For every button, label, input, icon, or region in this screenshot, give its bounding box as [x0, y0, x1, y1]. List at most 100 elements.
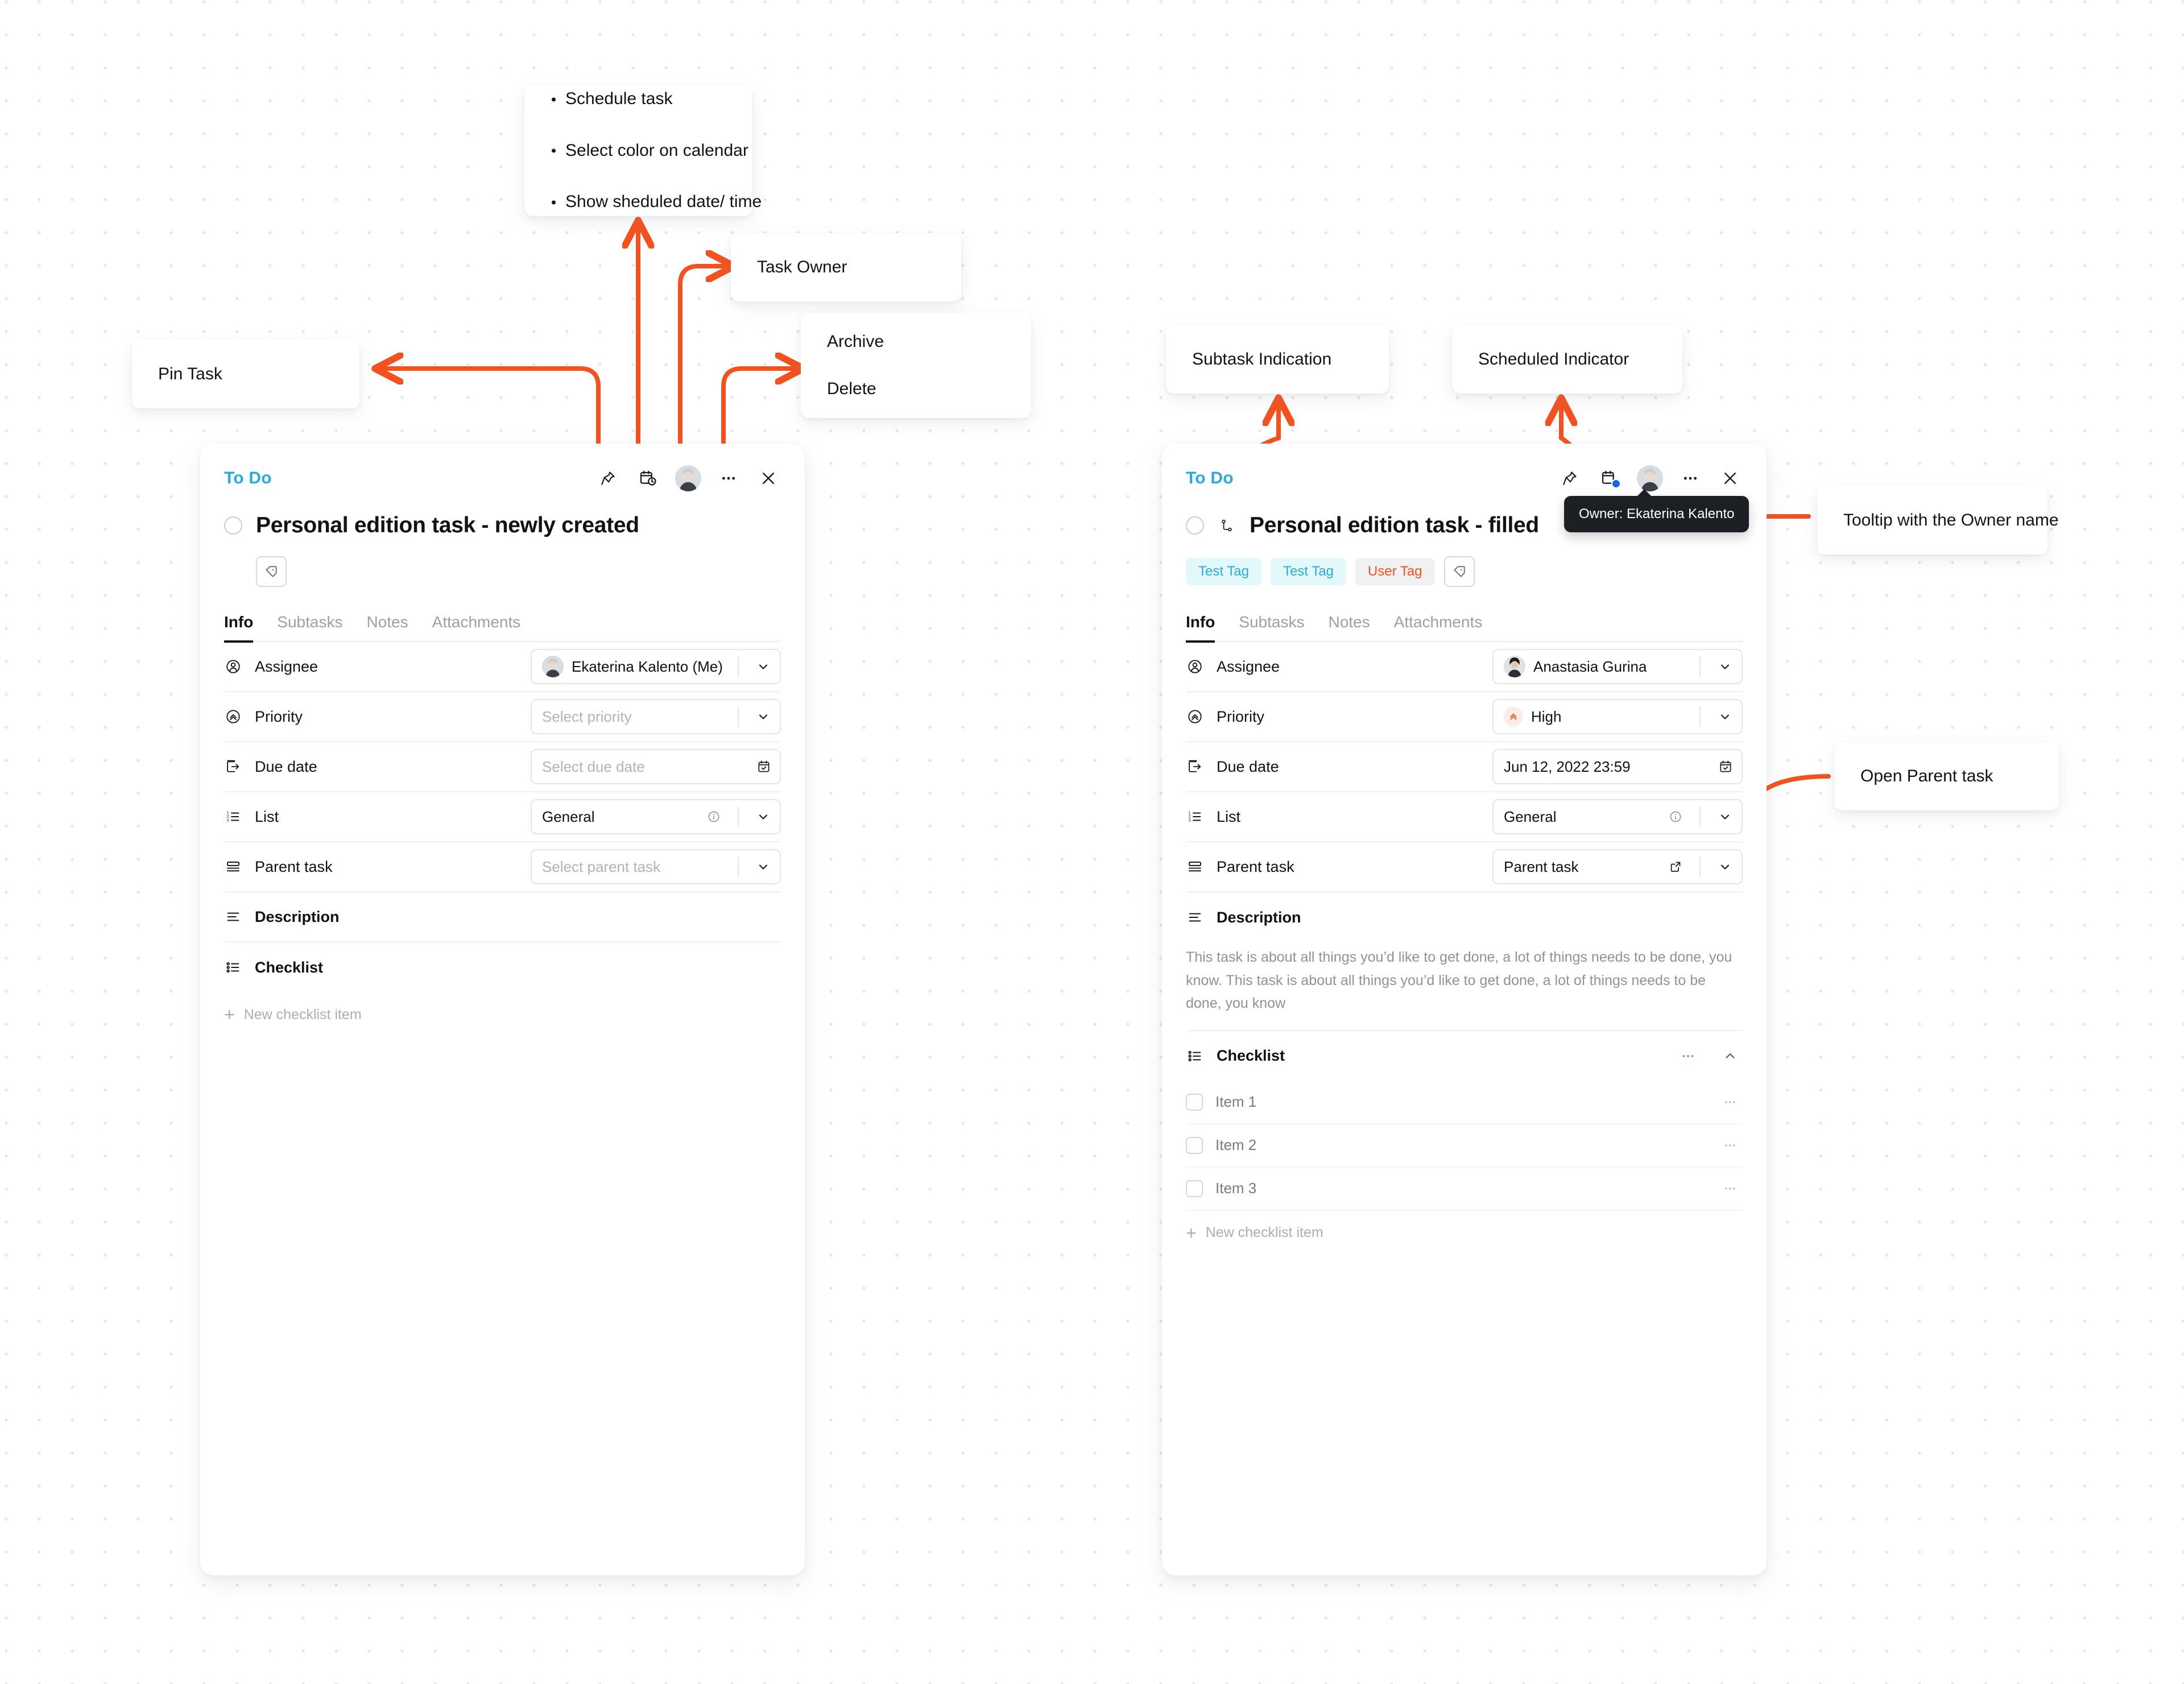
field-label: Due date: [1217, 758, 1279, 775]
assignee-value: Anastasia Gurina: [1533, 657, 1647, 675]
field-list: 1 2 3 List General: [1186, 792, 1743, 842]
info-icon[interactable]: [1660, 810, 1691, 824]
task-complete-checkbox[interactable]: [224, 516, 242, 535]
field-label: Due date: [255, 758, 317, 775]
calendar-picker-icon[interactable]: [748, 759, 780, 774]
checklist-item-more-icon[interactable]: [1718, 1090, 1743, 1115]
checklist-item-checkbox[interactable]: [1186, 1136, 1203, 1154]
parent-task-select[interactable]: Parent task: [1492, 849, 1743, 884]
chevron-down-icon[interactable]: [747, 860, 780, 874]
tab-info[interactable]: Info: [1186, 613, 1215, 643]
divider: [738, 706, 739, 727]
description-text[interactable]: This task is about all things you’d like…: [1186, 942, 1743, 1031]
annotation-line: Schedule task: [551, 73, 726, 125]
section-title: Checklist: [1217, 1047, 1285, 1064]
plus-icon: +: [224, 1004, 235, 1025]
due-date-input[interactable]: Jun 12, 2022 23:59: [1492, 749, 1743, 784]
info-icon[interactable]: [698, 810, 730, 824]
tab-notes[interactable]: Notes: [1328, 613, 1370, 643]
add-tag-icon[interactable]: [256, 556, 287, 587]
chevron-up-icon[interactable]: [1718, 1044, 1743, 1069]
field-label: Assignee: [255, 657, 318, 675]
close-icon[interactable]: [756, 466, 781, 491]
page-title: Personal edition task - filled: [1250, 513, 1539, 537]
priority-select[interactable]: High: [1492, 699, 1743, 734]
calendar-clock-icon[interactable]: [635, 466, 660, 491]
checklist-item-label: Item 3: [1215, 1180, 1257, 1197]
checklist-item-checkbox[interactable]: [1186, 1093, 1203, 1111]
tab-info[interactable]: Info: [224, 613, 254, 643]
status-label: To Do: [224, 469, 272, 487]
open-parent-task-icon[interactable]: [1660, 860, 1691, 874]
tags-row: Test Tag Test Tag User Tag: [1186, 556, 1743, 587]
new-checklist-label: New checklist item: [1205, 1224, 1323, 1240]
list-select[interactable]: General: [1492, 799, 1743, 834]
chevron-down-icon[interactable]: [747, 710, 780, 723]
checklist-item-label: Item 2: [1215, 1136, 1257, 1153]
list-select[interactable]: General: [531, 799, 781, 834]
page-title: Personal edition task - newly created: [256, 513, 639, 537]
owner-avatar[interactable]: [675, 465, 701, 491]
tag-chip[interactable]: Test Tag: [1186, 558, 1261, 585]
field-label: Parent task: [1217, 858, 1294, 875]
new-checklist-item-button[interactable]: + New checklist item: [224, 992, 781, 1037]
more-icon[interactable]: [1678, 466, 1703, 491]
new-checklist-item-button[interactable]: + New checklist item: [1186, 1211, 1743, 1255]
annotation-tooltip-owner: Tooltip with the Owner name: [1817, 486, 2059, 555]
annotation-scheduled-indicator: Scheduled Indicator: [1452, 325, 1682, 394]
pin-icon[interactable]: [1557, 466, 1582, 491]
priority-select[interactable]: Select priority: [531, 699, 781, 734]
annotation-task-owner: Task Owner: [731, 233, 961, 301]
parent-task-select[interactable]: Select parent task: [531, 849, 781, 884]
checklist-item: Item 1: [1186, 1081, 1743, 1124]
scheduled-indicator-dot: [1611, 479, 1621, 489]
annotation-line: Archive: [827, 332, 884, 351]
checklist-item-checkbox[interactable]: [1186, 1180, 1203, 1197]
tab-subtasks[interactable]: Subtasks: [277, 613, 342, 643]
chevron-down-icon[interactable]: [1709, 710, 1742, 723]
tags-row: [256, 556, 781, 587]
list-value: General: [542, 808, 595, 825]
description-icon: [1186, 908, 1204, 926]
divider: [738, 857, 739, 877]
checklist-item-more-icon[interactable]: [1718, 1176, 1743, 1201]
due-date-input[interactable]: Select due date: [531, 749, 781, 784]
add-tag-icon[interactable]: [1443, 556, 1475, 587]
annotation-line: Open Parent task: [1860, 766, 1993, 785]
chevron-down-icon[interactable]: [1709, 660, 1742, 673]
priority-icon: [1186, 707, 1204, 726]
more-icon[interactable]: [716, 466, 741, 491]
assignee-select[interactable]: Ekaterina Kalento (Me): [531, 649, 781, 684]
tab-notes[interactable]: Notes: [366, 613, 408, 643]
priority-placeholder: Select priority: [542, 707, 632, 725]
annotation-line: Scheduled Indicator: [1478, 349, 1629, 369]
checklist-item: Item 2: [1186, 1124, 1743, 1168]
checklist-icon: [1186, 1047, 1204, 1065]
chevron-down-icon[interactable]: [1709, 810, 1742, 824]
chevron-down-icon[interactable]: [747, 660, 780, 673]
chevron-down-icon[interactable]: [1709, 860, 1742, 874]
close-icon[interactable]: [1718, 466, 1743, 491]
checklist-more-icon[interactable]: [1676, 1044, 1701, 1069]
calendar-picker-icon[interactable]: [1710, 759, 1742, 774]
checklist-item-more-icon[interactable]: [1718, 1133, 1743, 1158]
tab-subtasks[interactable]: Subtasks: [1239, 613, 1304, 643]
owner-avatar[interactable]: [1637, 465, 1663, 491]
user-icon: [224, 657, 242, 676]
calendar-clock-icon[interactable]: [1597, 466, 1622, 491]
field-priority: Priority Select priority: [224, 692, 781, 742]
assignee-avatar: [1504, 656, 1525, 677]
field-assignee: Assignee Ekaterina Kalento (Me): [224, 642, 781, 692]
annotation-line: Select color on calendar: [551, 125, 748, 177]
pin-icon[interactable]: [595, 466, 621, 491]
task-complete-checkbox[interactable]: [1186, 516, 1204, 535]
chevron-down-icon[interactable]: [747, 810, 780, 824]
user-icon: [1186, 657, 1204, 676]
tab-attachments[interactable]: Attachments: [432, 613, 521, 643]
assignee-value: Ekaterina Kalento (Me): [572, 657, 723, 675]
assignee-select[interactable]: Anastasia Gurina: [1492, 649, 1743, 684]
tag-chip[interactable]: Test Tag: [1270, 558, 1346, 585]
field-parent-task: Parent task Select parent task: [224, 842, 781, 892]
tab-attachments[interactable]: Attachments: [1394, 613, 1483, 643]
tag-chip[interactable]: User Tag: [1355, 558, 1435, 585]
